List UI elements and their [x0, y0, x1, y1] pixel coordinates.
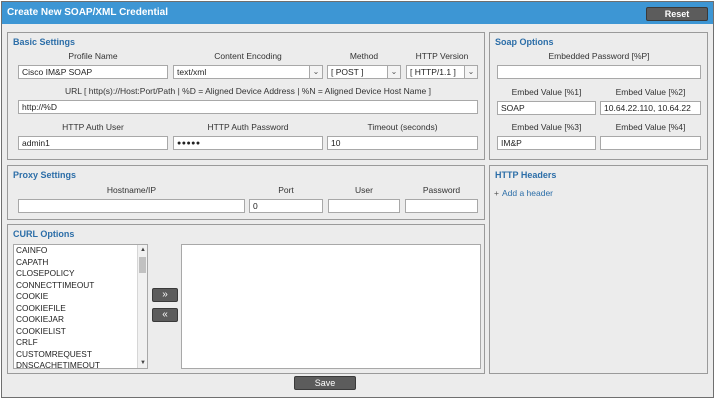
port-input[interactable]: 0: [249, 199, 323, 213]
http-auth-password-label: HTTP Auth Password: [207, 122, 289, 132]
url-label: URL [ http(s)://Host:Port/Path | %D = Al…: [65, 86, 431, 96]
embed-value-4-label: Embed Value [%4]: [615, 122, 686, 132]
basic-settings-panel: Basic Settings Profile Name Cisco IM&P S…: [7, 32, 485, 160]
timeout-input[interactable]: 10: [327, 136, 478, 150]
embed-value-3-label: Embed Value [%3]: [511, 122, 582, 132]
http-headers-title: HTTP Headers: [495, 170, 557, 180]
embed-value-1-label: Embed Value [%1]: [511, 87, 582, 97]
proxy-user-label: User: [355, 185, 373, 195]
remove-curl-option-button[interactable]: «: [152, 308, 178, 322]
proxy-settings-title: Proxy Settings: [13, 170, 77, 180]
curl-option-item[interactable]: CONNECTTIMEOUT: [14, 280, 147, 292]
curl-options-items: CAINFO CAPATH CLOSEPOLICY CONNECTTIMEOUT COO…: [14, 245, 147, 368]
url-input[interactable]: http://%D: [18, 100, 478, 114]
credential-dialog: Create New SOAP/XML Credential Reset Bas…: [1, 1, 714, 398]
profile-name-label: Profile Name: [68, 51, 118, 61]
chevron-down-icon: ⌄: [309, 66, 322, 78]
curl-options-panel: CURL Options CAINFO CAPATH CLOSEPOLICY CONN…: [7, 224, 485, 374]
embedded-password-input[interactable]: [497, 65, 701, 79]
curl-option-item[interactable]: CLOSEPOLICY: [14, 268, 147, 280]
add-curl-option-button[interactable]: »: [152, 288, 178, 302]
method-value: [ POST ]: [331, 67, 364, 77]
embed-value-2-input[interactable]: 10.64.22.110, 10.64.22: [600, 101, 701, 115]
hostname-label: Hostname/IP: [106, 185, 157, 195]
plus-icon: +: [494, 188, 499, 198]
curl-option-item[interactable]: COOKIELIST: [14, 326, 147, 338]
scroll-down-icon[interactable]: ▼: [138, 358, 147, 368]
http-headers-panel: HTTP Headers + Add a header: [489, 165, 708, 374]
content-encoding-label: Content Encoding: [214, 51, 282, 61]
timeout-label: Timeout (seconds): [367, 122, 438, 132]
dialog-titlebar: Create New SOAP/XML Credential Reset: [2, 2, 713, 24]
embed-value-2-label: Embed Value [%2]: [615, 87, 686, 97]
curl-option-item[interactable]: COOKIEJAR: [14, 314, 147, 326]
dialog-title: Create New SOAP/XML Credential: [7, 7, 168, 18]
http-version-select[interactable]: [ HTTP/1.1 ] ⌄: [406, 65, 478, 79]
proxy-password-input[interactable]: [405, 199, 478, 213]
curl-options-scrollbar[interactable]: ▲ ▼: [137, 245, 147, 368]
curl-option-item[interactable]: DNSCACHETIMEOUT: [14, 360, 147, 368]
curl-option-item[interactable]: CRLF: [14, 337, 147, 349]
embed-value-4-input[interactable]: [600, 136, 701, 150]
method-select[interactable]: [ POST ] ⌄: [327, 65, 401, 79]
method-label: Method: [349, 51, 379, 61]
hostname-input[interactable]: [18, 199, 245, 213]
chevron-down-icon: ⌄: [464, 66, 477, 78]
embed-value-3-input[interactable]: IM&P: [497, 136, 596, 150]
http-version-label: HTTP Version: [415, 51, 469, 61]
http-version-value: [ HTTP/1.1 ]: [410, 67, 456, 77]
http-auth-password-input[interactable]: ●●●●●: [173, 136, 323, 150]
port-label: Port: [278, 185, 294, 195]
curl-option-item[interactable]: CUSTOMREQUEST: [14, 349, 147, 361]
proxy-user-input[interactable]: [328, 199, 400, 213]
reset-button[interactable]: Reset: [646, 7, 708, 21]
scroll-up-icon[interactable]: ▲: [138, 245, 147, 255]
proxy-password-label: Password: [422, 185, 461, 195]
curl-option-item[interactable]: COOKIE: [14, 291, 147, 303]
embedded-password-label: Embedded Password [%P]: [548, 51, 650, 61]
chevron-down-icon: ⌄: [387, 66, 400, 78]
profile-name-input[interactable]: Cisco IM&P SOAP: [18, 65, 168, 79]
basic-settings-title: Basic Settings: [13, 37, 76, 47]
embed-value-1-input[interactable]: SOAP: [497, 101, 596, 115]
content-encoding-value: text/xml: [177, 67, 207, 77]
curl-option-item[interactable]: CAINFO: [14, 245, 147, 257]
scroll-thumb[interactable]: [139, 257, 146, 273]
curl-option-item[interactable]: CAPATH: [14, 257, 147, 269]
http-auth-user-input[interactable]: admin1: [18, 136, 168, 150]
soap-options-title: Soap Options: [495, 37, 554, 47]
add-header-link[interactable]: + Add a header: [494, 188, 553, 198]
curl-option-item[interactable]: COOKIEFILE: [14, 303, 147, 315]
soap-options-panel: Soap Options Embedded Password [%P] Embe…: [489, 32, 708, 160]
curl-selected-options-list[interactable]: [181, 244, 481, 369]
http-auth-user-label: HTTP Auth User: [62, 122, 124, 132]
proxy-settings-panel: Proxy Settings Hostname/IP Port 0 User P…: [7, 165, 485, 220]
save-button[interactable]: Save: [294, 376, 356, 390]
curl-options-title: CURL Options: [13, 229, 75, 239]
content-encoding-select[interactable]: text/xml ⌄: [173, 65, 323, 79]
add-header-label: Add a header: [501, 188, 554, 198]
curl-options-list[interactable]: CAINFO CAPATH CLOSEPOLICY CONNECTTIMEOUT COO…: [13, 244, 148, 369]
